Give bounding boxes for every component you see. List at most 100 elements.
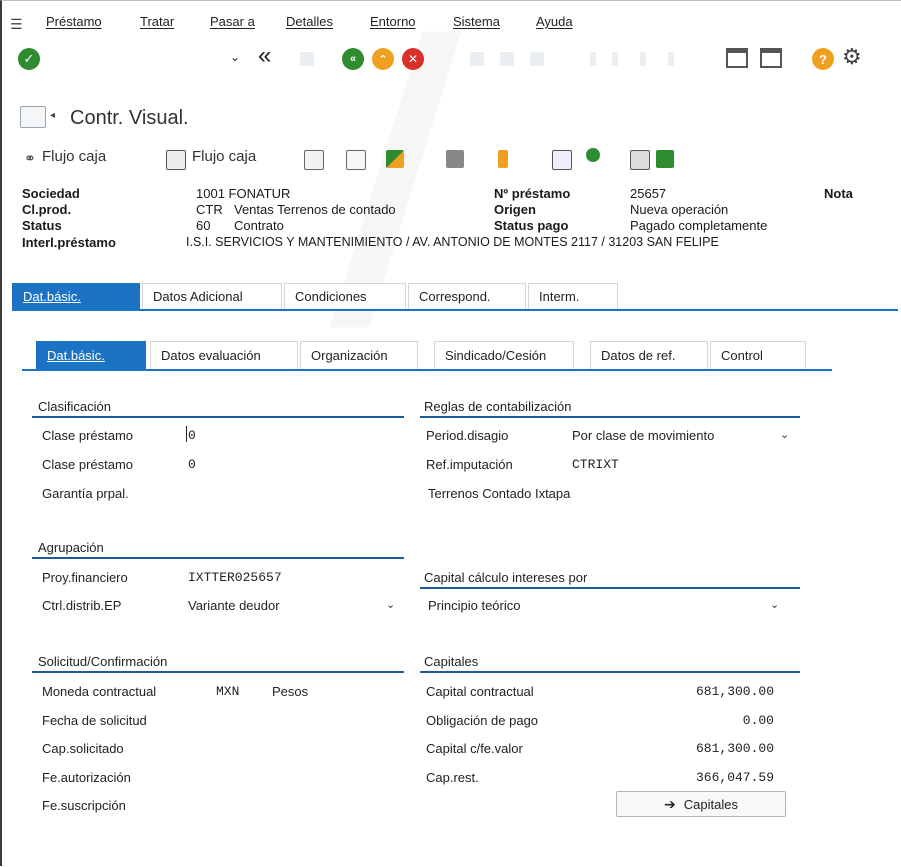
nota-label: Nota <box>824 186 853 201</box>
capital-fe-valor-value: 681,300.00 <box>695 741 774 756</box>
moneda-code-input[interactable]: MXN <box>216 684 239 699</box>
capitales-button-label: Capitales <box>683 796 738 812</box>
back-icon[interactable]: « <box>342 48 364 70</box>
chevron-down-icon[interactable]: ⌄ <box>386 598 395 611</box>
obligacion-pago-label: Obligación de pago <box>426 713 539 728</box>
settings-gear-icon[interactable]: ⚙ <box>842 44 862 70</box>
status-code: 60 <box>196 218 211 233</box>
help-icon[interactable]: ? <box>812 48 834 70</box>
collapse-command-icon[interactable]: « <box>258 42 271 70</box>
menu-sistema[interactable]: Sistema <box>453 14 500 29</box>
capital-contractual-value: 681,300.00 <box>695 684 774 699</box>
ctrl-distrib-select[interactable]: Variante deudor <box>188 598 280 613</box>
glasses-icon[interactable]: ⚭ <box>24 150 36 167</box>
clase-prestamo-input-2[interactable]: 0 <box>188 457 196 472</box>
menu-bar: ☰ Préstamo Tratar Pasar a Detalles Entor… <box>0 14 901 38</box>
mail-icon[interactable] <box>446 150 464 168</box>
subtab-active-pointer: ▲ <box>84 363 94 374</box>
tab-interm[interactable]: Interm. <box>528 283 618 309</box>
menu-ayuda[interactable]: Ayuda <box>536 14 573 29</box>
chevron-down-icon[interactable]: ⌄ <box>770 598 779 611</box>
tab-datos-adicional[interactable]: Datos Adicional <box>142 283 282 309</box>
menu-pasar-a[interactable]: Pasar a <box>210 14 255 29</box>
calculator-icon[interactable] <box>166 150 186 170</box>
statuspago-value: Pagado completamente <box>630 218 768 233</box>
capital-calc-title: Capital cálculo intereses por <box>424 570 588 585</box>
tabs-underline <box>12 309 898 311</box>
flujo-caja-display-button[interactable]: Flujo caja <box>42 148 106 165</box>
cap-rest-label: Cap.rest. <box>426 770 479 785</box>
subtab-sindicado-cesion[interactable]: Sindicado/Cesión <box>434 341 574 369</box>
ref-imputacion-input[interactable]: CTRIXT <box>572 457 619 472</box>
clasificacion-line <box>32 416 404 418</box>
document-list-icon[interactable] <box>304 150 324 170</box>
new-session-icon[interactable] <box>726 48 748 68</box>
shortcut-icon[interactable] <box>760 48 782 68</box>
command-field-dropdown-icon[interactable]: ⌄ <box>230 50 240 64</box>
edit-document-icon[interactable] <box>346 150 366 170</box>
analysis-icon[interactable] <box>552 150 572 170</box>
menu-prestamo[interactable]: Préstamo <box>46 14 102 29</box>
attachments-icon[interactable] <box>630 150 650 170</box>
chart-icon[interactable] <box>386 150 404 168</box>
capitales-title: Capitales <box>424 654 479 669</box>
subtab-organizacion[interactable]: Organización <box>300 341 418 369</box>
check-object-icon[interactable] <box>586 148 600 162</box>
fe-suscripcion-label: Fe.suscripción <box>42 798 126 813</box>
screen-menu-dropdown-icon[interactable]: ◂ <box>50 110 55 121</box>
cap-solicitado-label: Cap.solicitado <box>42 741 124 756</box>
capital-fe-valor-label: Capital c/fe.valor <box>426 741 523 756</box>
clase-prestamo-label-1: Clase préstamo <box>42 428 134 443</box>
menu-tratar[interactable]: Tratar <box>140 14 174 29</box>
find-next-icon <box>530 52 544 66</box>
tree-icon[interactable] <box>498 150 508 168</box>
interl-value: I.S.I. SERVICIOS Y MANTENIMIENTO / AV. A… <box>186 235 719 249</box>
cancel-icon[interactable]: ✕ <box>402 48 424 70</box>
origen-value: Nueva operación <box>630 202 729 217</box>
prev-page-icon <box>612 52 618 66</box>
subtab-datos-de-ref[interactable]: Datos de ref. <box>590 341 708 369</box>
clprod-label: Cl.prod. <box>22 202 72 217</box>
capital-calc-select[interactable]: Principio teórico <box>428 598 521 613</box>
garantia-label: Garantía prpal. <box>42 486 129 501</box>
proy-financiero-input[interactable]: IXTTER025657 <box>188 570 282 585</box>
subtabs-underline <box>22 369 832 371</box>
screen-menu-icon[interactable] <box>20 106 46 128</box>
ref-imputacion-label: Ref.imputación <box>426 457 513 472</box>
period-disagio-select[interactable]: Por clase de movimiento <box>572 428 714 443</box>
page-title: Contr. Visual. <box>70 107 189 129</box>
last-page-icon <box>668 52 674 66</box>
capitales-button[interactable]: ➔ Capitales <box>616 791 786 817</box>
clasificacion-title: Clasificación <box>38 399 111 414</box>
subtab-control[interactable]: Control <box>710 341 806 369</box>
ctrl-distrib-label: Ctrl.distrib.EP <box>42 598 122 613</box>
tab-correspond[interactable]: Correspond. <box>408 283 526 309</box>
reglas-line <box>420 416 800 418</box>
subtab-datos-evaluacion[interactable]: Datos evaluación <box>150 341 298 369</box>
chevron-down-icon[interactable]: ⌄ <box>780 428 789 441</box>
moneda-label: Moneda contractual <box>42 684 157 699</box>
enter-check-icon[interactable]: ✓ <box>18 48 40 70</box>
menu-entorno[interactable]: Entorno <box>370 14 416 29</box>
sociedad-value: 1001 FONATUR <box>196 186 291 201</box>
status-label: Status <box>22 218 62 233</box>
find-icon <box>500 52 514 66</box>
agrupacion-title: Agrupación <box>38 540 104 555</box>
clase-prestamo-input-1[interactable]: 0 <box>188 428 196 443</box>
fe-autorizacion-label: Fe.autorización <box>42 770 131 785</box>
tab-condiciones[interactable]: Condiciones <box>284 283 406 309</box>
capitales-line <box>420 671 800 673</box>
exit-icon[interactable]: ⌃ <box>372 48 394 70</box>
origen-label: Origen <box>494 202 536 217</box>
menu-icon[interactable]: ☰ <box>10 16 23 33</box>
nprestamo-value: 25657 <box>630 186 667 201</box>
solicitud-line <box>32 671 404 673</box>
flujo-caja-calc-button[interactable]: Flujo caja <box>192 148 256 165</box>
menu-detalles[interactable]: Detalles <box>286 14 333 29</box>
fecha-solicitud-label: Fecha de solicitud <box>42 713 147 728</box>
moneda-name: Pesos <box>272 684 309 699</box>
export-icon[interactable] <box>656 150 674 168</box>
agrupacion-line <box>32 557 404 559</box>
obligacion-pago-value: 0.00 <box>742 713 774 728</box>
capital-calc-line <box>420 587 800 589</box>
